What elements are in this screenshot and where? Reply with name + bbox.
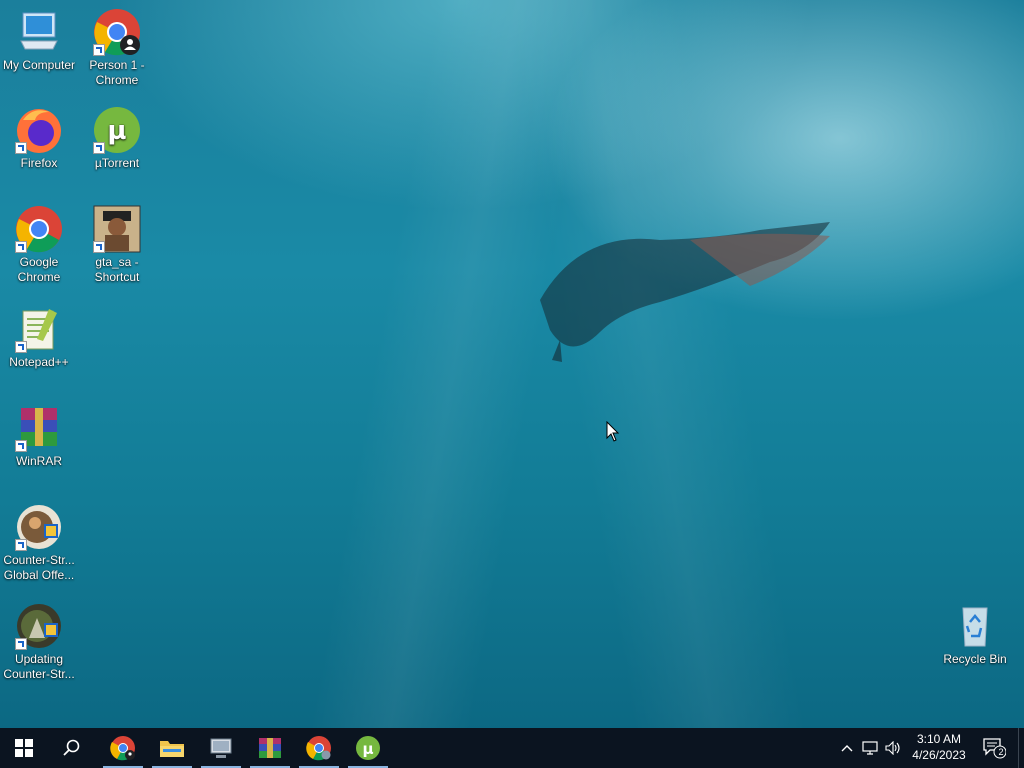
shortcut-arrow-icon: [15, 241, 27, 253]
desktop-icon-recycle-bin[interactable]: Recycle Bin: [936, 602, 1014, 667]
chrome-icon: [306, 736, 331, 761]
show-hidden-icons-button[interactable]: [836, 728, 858, 768]
network-monitor-icon: [210, 738, 232, 758]
clock-time: 3:10 AM: [916, 732, 962, 746]
recycle-bin-icon: [951, 602, 999, 650]
clock-date: 4/26/2023: [912, 748, 966, 762]
search-icon: [63, 739, 80, 756]
desktop-icon-notepadpp[interactable]: Notepad++: [0, 305, 78, 370]
network-button[interactable]: [858, 728, 882, 768]
svg-text:µ: µ: [107, 116, 126, 146]
desktop-icon-label: Person 1 - Chrome: [89, 58, 145, 87]
chrome-taskbar[interactable]: [295, 728, 343, 768]
desktop-icon-winrar[interactable]: WinRAR: [0, 404, 78, 469]
mouse-cursor-icon: [606, 421, 620, 442]
utorrent-icon: µ: [356, 736, 380, 760]
desktop-icon-gta-sa[interactable]: gta_sa - Shortcut: [78, 205, 156, 285]
taskbar: µ 3:10 AM 4/26/2023 2: [0, 728, 1024, 768]
desktop-icon-csgo[interactable]: Counter-Str... Global Offe...: [0, 503, 78, 583]
shortcut-arrow-icon: [93, 241, 105, 253]
csgo-icon: [15, 503, 63, 551]
winrar-icon: [259, 738, 281, 758]
file-explorer-taskbar[interactable]: [148, 728, 196, 768]
desktop-icon-updating-cs[interactable]: Updating Counter-Str...: [0, 602, 78, 682]
chevron-up-icon: [841, 745, 853, 752]
desktop-icon-label: My Computer: [2, 58, 76, 72]
desktop-icon-label: µTorrent: [94, 156, 140, 170]
desktop-icon-my-computer[interactable]: My Computer: [0, 8, 78, 73]
notification-badge: 2: [998, 747, 1004, 757]
show-desktop-button[interactable]: [1018, 728, 1024, 768]
shortcut-arrow-icon: [15, 440, 27, 452]
desktop-icon-label: Recycle Bin: [943, 652, 1007, 666]
chrome-profile-taskbar[interactable]: [99, 728, 147, 768]
firefox-icon: [15, 106, 63, 154]
gta-sa-icon: [93, 205, 141, 253]
windows-logo-icon: [15, 739, 33, 757]
shortcut-arrow-icon: [15, 638, 27, 650]
desktop-icon-label: Counter-Str... Global Offe...: [3, 553, 75, 582]
desktop-icon-person1-chrome[interactable]: Person 1 - Chrome: [78, 8, 156, 88]
desktop-icon-firefox[interactable]: Firefox: [0, 106, 78, 171]
clock[interactable]: 3:10 AM 4/26/2023: [900, 731, 978, 763]
chrome-profile-icon: [110, 736, 135, 761]
winrar-taskbar[interactable]: [246, 728, 294, 768]
svg-text:µ: µ: [362, 740, 373, 758]
network-tool-taskbar[interactable]: [197, 728, 245, 768]
desktop-icon-label: Firefox: [20, 156, 58, 170]
shortcut-arrow-icon: [15, 142, 27, 154]
network-icon: [862, 741, 878, 755]
speaker-icon: [885, 741, 900, 755]
chrome-icon: [15, 205, 63, 253]
shortcut-arrow-icon: [15, 539, 27, 551]
search-button[interactable]: [48, 728, 96, 768]
action-center-button[interactable]: 2: [972, 728, 1016, 768]
winrar-icon: [15, 404, 63, 452]
desktop-icon-label: WinRAR: [15, 454, 62, 468]
utorrent-taskbar[interactable]: µ: [344, 728, 392, 768]
utorrent-icon: µ: [93, 106, 141, 154]
start-button[interactable]: [0, 728, 48, 768]
desktop-icon-label: Updating Counter-Str...: [3, 652, 75, 681]
shortcut-arrow-icon: [93, 142, 105, 154]
desktop-icon-label: Notepad++: [9, 355, 69, 369]
desktop-icon-google-chrome[interactable]: Google Chrome: [0, 205, 78, 285]
notepadpp-icon: [15, 305, 63, 353]
desktop-icon-label: Google Chrome: [17, 255, 61, 284]
desktop-icon-label: gta_sa - Shortcut: [94, 255, 140, 284]
shortcut-arrow-icon: [15, 341, 27, 353]
desktop-icon-utorrent[interactable]: µ µTorrent: [78, 106, 156, 171]
shortcut-arrow-icon: [93, 44, 105, 56]
system-tray: [836, 728, 904, 768]
computer-icon: [15, 8, 63, 56]
cs-update-icon: [15, 602, 63, 650]
folder-icon: [160, 741, 184, 757]
chrome-profile-icon: [93, 8, 141, 56]
